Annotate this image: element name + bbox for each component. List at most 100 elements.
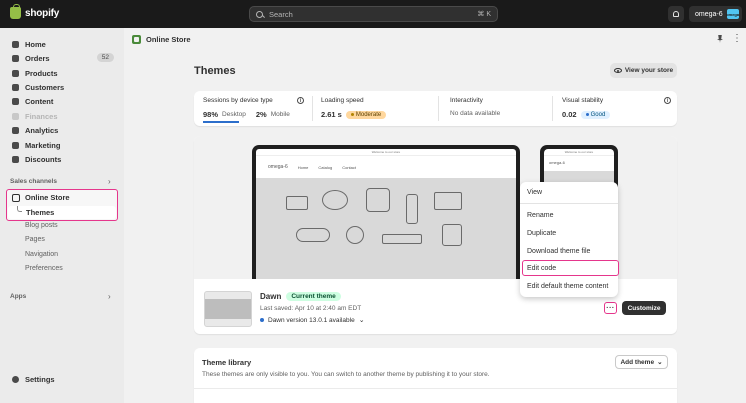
orders-count-badge: 52 (96, 53, 114, 62)
sidebar-item-label: Home (25, 39, 46, 49)
sidebar-item-finances[interactable]: Finances (6, 109, 118, 123)
add-theme-button[interactable]: Add theme ⌄ (615, 355, 668, 369)
desktop-label: Desktop (222, 111, 246, 118)
notifications-button[interactable] (668, 6, 684, 22)
divider (438, 96, 439, 121)
top-bar: shopify ⌘ K omega-6 omega (0, 0, 746, 28)
laptop-preview: Welcome to our store omega-6 Home Catalo… (252, 145, 520, 279)
loading-speed-metric[interactable]: Loading speed 2.61 s Moderate (321, 97, 431, 121)
orders-icon (12, 54, 19, 62)
store-menu-button[interactable]: omega-6 omega (689, 6, 742, 22)
metric-label: Visual stability (562, 97, 604, 104)
shopify-logo[interactable]: shopify (10, 4, 59, 19)
sidebar-item-label: Products (25, 68, 58, 78)
menu-divider (520, 203, 618, 204)
customize-button[interactable]: Customize (622, 301, 666, 315)
sidebar-item-home[interactable]: Home (6, 37, 118, 51)
sidebar-item-orders[interactable]: Orders 52 (6, 51, 118, 65)
sidebar-item-navigation[interactable]: Navigation (25, 251, 58, 258)
sidebar-item-label: Finances (25, 111, 58, 121)
sidebar-item-label: Marketing (25, 140, 61, 150)
info-icon[interactable]: i (297, 97, 304, 104)
marketing-icon (12, 141, 19, 149)
sidebar: Home Orders 52 Products Customers Conten… (0, 28, 124, 403)
sidebar-item-themes[interactable]: Themes (8, 206, 116, 219)
discounts-icon (12, 155, 19, 163)
good-badge: Good (580, 110, 611, 119)
version-update-link[interactable]: Dawn version 13.0.1 available ⌄ (260, 316, 365, 324)
menu-item-edit-default-content[interactable]: Edit default theme content (527, 283, 608, 290)
tree-connector (17, 206, 22, 212)
more-options-icon[interactable]: ⋮ (732, 34, 742, 44)
analytics-icon (12, 126, 19, 134)
sidebar-item-online-store[interactable]: Online Store (12, 193, 70, 202)
sidebar-item-discounts[interactable]: Discounts (6, 152, 118, 166)
preview-hero-image (256, 178, 516, 279)
preview-nav-item: Catalog (318, 164, 333, 170)
announcement-bar: Welcome to our store (256, 149, 516, 156)
theme-thumbnail (204, 291, 252, 327)
laptop-screen: Welcome to our store omega-6 Home Catalo… (256, 149, 516, 279)
sidebar-item-label: Analytics (25, 125, 59, 135)
sessions-metric[interactable]: Sessions by device type 98% Desktop 2% M… (203, 97, 309, 123)
preview-nav-item: Home (297, 164, 309, 170)
theme-actions-menu: View Rename Duplicate Download theme fil… (520, 182, 619, 297)
search-bar[interactable]: ⌘ K (249, 6, 498, 22)
home-icon (12, 40, 19, 48)
sidebar-item-preferences[interactable]: Preferences (25, 265, 63, 272)
theme-library-description: These themes are only visible to you. Yo… (202, 371, 490, 378)
chevron-right-icon[interactable]: › (108, 177, 111, 186)
moderate-label: Moderate (355, 111, 382, 118)
menu-item-download[interactable]: Download theme file (527, 248, 590, 255)
visual-stability-metric[interactable]: Visual stability 0.02 Good (562, 97, 662, 121)
search-input[interactable] (269, 9, 478, 19)
sidebar-item-settings[interactable]: Settings (6, 372, 118, 386)
metrics-card: Sessions by device type 98% Desktop 2% M… (194, 91, 677, 126)
sidebar-item-pages[interactable]: Pages (25, 236, 45, 243)
search-shortcut: ⌘ K (477, 11, 491, 18)
chevron-right-icon[interactable]: › (108, 292, 111, 301)
sidebar-item-analytics[interactable]: Analytics (6, 123, 118, 137)
bell-icon (673, 11, 679, 17)
version-text: Dawn version 13.0.1 available (268, 316, 355, 324)
store-name: omega-6 (695, 10, 723, 18)
menu-item-rename[interactable]: Rename (527, 212, 553, 219)
metric-value: 98% Desktop 2% Mobile (203, 110, 309, 119)
theme-actions-button[interactable]: ··· (604, 302, 617, 314)
page-title: Themes (194, 65, 236, 77)
preview-nav: omega-6 Home Catalog Contact (256, 156, 516, 178)
metric-label: Loading speed (321, 97, 364, 104)
sidebar-item-products[interactable]: Products (6, 66, 118, 80)
online-store-icon (132, 34, 141, 44)
chevron-down-icon: ⌄ (657, 359, 663, 366)
theme-library-card: Theme library These themes are only visi… (194, 348, 677, 403)
search-icon (256, 10, 263, 18)
sidebar-item-marketing[interactable]: Marketing (6, 138, 118, 152)
online-store-icon (12, 193, 20, 202)
sidebar-item-label: Settings (25, 374, 55, 384)
content-icon (12, 97, 19, 105)
divider (312, 96, 313, 121)
header-title: Online Store (146, 34, 191, 44)
settings-gear-icon (12, 375, 19, 383)
interactivity-metric[interactable]: Interactivity No data available (450, 97, 550, 121)
view-store-button[interactable]: View your store (610, 63, 677, 78)
menu-item-view[interactable]: View (527, 189, 542, 196)
sidebar-item-blog-posts[interactable]: Blog posts (25, 222, 58, 229)
loading-value: 2.61 s (321, 110, 342, 119)
preview-brand: omega-6 (549, 160, 565, 165)
last-saved-text: Last saved: Apr 10 at 2:40 am EDT (260, 305, 362, 312)
info-icon[interactable]: i (664, 97, 671, 104)
update-dot (260, 318, 264, 322)
finances-icon (12, 112, 19, 120)
good-label: Good (590, 111, 606, 118)
mobile-label: Mobile (270, 111, 290, 118)
sidebar-item-content[interactable]: Content (6, 94, 118, 108)
visual-value: 0.02 (562, 110, 577, 119)
eye-icon (613, 68, 622, 73)
preview-nav-item: Contact (342, 164, 356, 170)
theme-name: Dawn Current theme (260, 292, 341, 301)
menu-item-duplicate[interactable]: Duplicate (527, 230, 556, 237)
sidebar-item-customers[interactable]: Customers (6, 80, 118, 94)
menu-item-edit-code[interactable]: Edit code (527, 265, 556, 272)
